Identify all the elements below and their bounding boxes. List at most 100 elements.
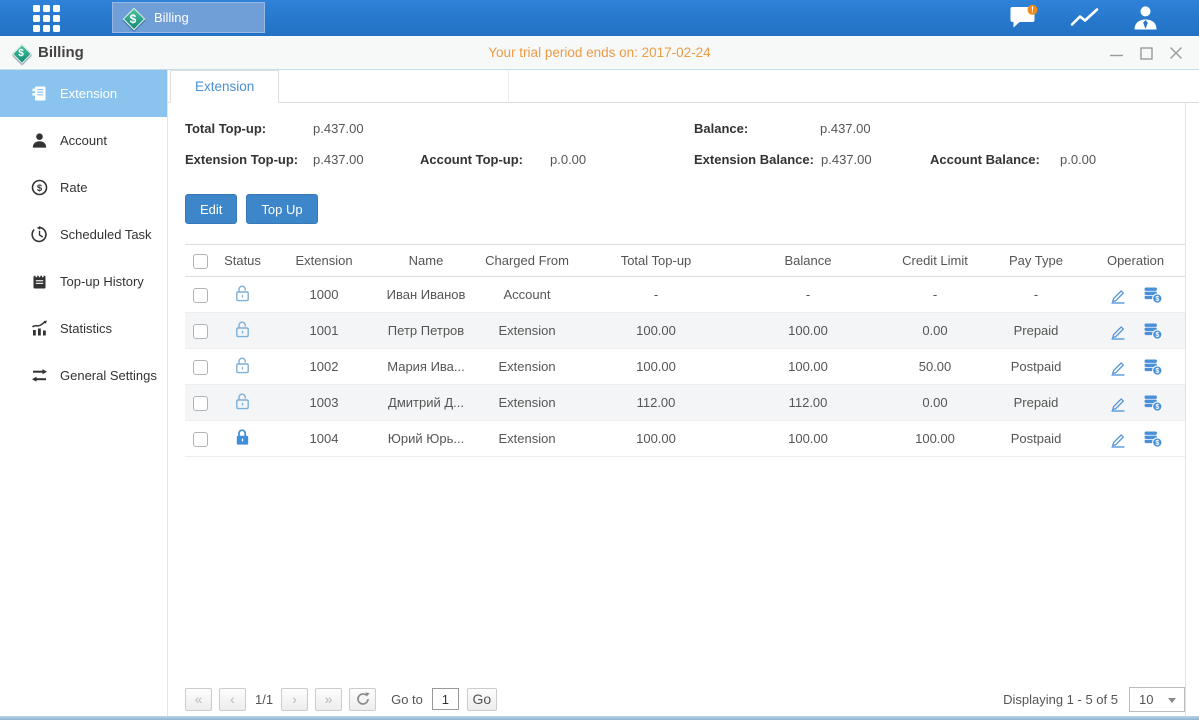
row-edit-icon[interactable]: [1109, 322, 1127, 340]
extension-topup-label: Extension Top-up:: [185, 152, 298, 167]
row-edit-icon[interactable]: [1109, 358, 1127, 376]
row-edit-icon[interactable]: [1109, 430, 1127, 448]
sidebar-item-label: Scheduled Task: [60, 227, 152, 242]
cell-extension: 1002: [270, 349, 378, 385]
lock-open-icon: [234, 326, 251, 341]
window-titlebar: $ Billing Your trial period ends on: 201…: [0, 36, 1199, 70]
row-topup-icon[interactable]: $: [1143, 394, 1163, 412]
app-launcher-grid-icon[interactable]: [33, 5, 60, 32]
user-icon[interactable]: [1132, 5, 1159, 31]
col-balance: Balance: [732, 245, 884, 277]
window-bottom-edge: [0, 716, 1199, 720]
account-topup-value: p.0.00: [550, 152, 586, 167]
last-page-button[interactable]: »: [315, 688, 342, 711]
row-edit-icon[interactable]: [1109, 286, 1127, 304]
tab-extension[interactable]: Extension: [170, 70, 279, 103]
lock-open-icon: [234, 362, 251, 377]
sidebar-item-label: Statistics: [60, 321, 112, 336]
edit-button[interactable]: Edit: [185, 194, 237, 224]
minimize-icon[interactable]: [1109, 47, 1124, 59]
cell-charged-from: Extension: [474, 385, 580, 421]
lock-open-icon: [234, 398, 251, 413]
sidebar-item-label: Top-up History: [60, 274, 144, 289]
main-content: Extension Total Top-up: p.437.00 Balance…: [168, 70, 1199, 720]
row-checkbox[interactable]: [193, 288, 208, 303]
total-topup-value: p.437.00: [313, 121, 364, 136]
trial-notice: Your trial period ends on: 2017-02-24: [0, 45, 1199, 60]
message-icon[interactable]: !: [1008, 5, 1038, 32]
transfer-arrows-icon: [31, 367, 49, 385]
table-row: 1000 Иван Иванов Account - - - -: [185, 277, 1185, 313]
row-topup-icon[interactable]: $: [1143, 358, 1163, 376]
sidebar-item-statistics[interactable]: Statistics: [0, 305, 167, 352]
dollar-circle-icon: $: [31, 179, 49, 197]
row-topup-icon[interactable]: $: [1143, 430, 1163, 448]
cell-credit-limit: 50.00: [884, 349, 986, 385]
go-button[interactable]: Go: [467, 688, 497, 711]
close-icon[interactable]: [1169, 46, 1183, 60]
row-checkbox[interactable]: [193, 324, 208, 339]
sidebar-item-topup-history[interactable]: Top-up History: [0, 258, 167, 305]
clock-history-icon: [31, 226, 49, 244]
cell-total-topup: -: [580, 277, 732, 313]
lock-closed-icon: [234, 434, 251, 449]
cell-name: Дмитрий Д...: [378, 385, 474, 421]
svg-text:$: $: [1155, 332, 1159, 339]
sidebar-item-account[interactable]: Account: [0, 117, 167, 164]
cell-total-topup: 112.00: [580, 385, 732, 421]
sidebar-item-extension[interactable]: Extension: [0, 70, 167, 117]
col-extension: Extension: [270, 245, 378, 277]
topup-button[interactable]: Top Up: [246, 194, 317, 224]
extension-balance-label: Extension Balance:: [694, 152, 814, 167]
row-checkbox[interactable]: [193, 360, 208, 375]
first-page-button[interactable]: «: [185, 688, 212, 711]
row-edit-icon[interactable]: [1109, 394, 1127, 412]
tabstrip: Extension: [168, 70, 1199, 103]
sidebar-item-rate[interactable]: $ Rate: [0, 164, 167, 211]
balance-label: Balance:: [694, 121, 748, 136]
cell-extension: 1000: [270, 277, 378, 313]
sidebar: Extension Account $ Rate Scheduled Task: [0, 70, 168, 720]
sidebar-item-general-settings[interactable]: General Settings: [0, 352, 167, 399]
lock-open-icon: [234, 290, 251, 305]
row-checkbox[interactable]: [193, 396, 208, 411]
sidebar-item-scheduled-task[interactable]: Scheduled Task: [0, 211, 167, 258]
cell-balance: 100.00: [732, 313, 884, 349]
table-row: 1001 Петр Петров Extension 100.00 100.00…: [185, 313, 1185, 349]
cell-charged-from: Extension: [474, 313, 580, 349]
goto-page-input[interactable]: [432, 688, 459, 710]
select-all-checkbox[interactable]: [193, 254, 208, 269]
cell-extension: 1003: [270, 385, 378, 421]
ledger-icon: [31, 85, 49, 103]
taskbar-tab-billing[interactable]: $ Billing: [112, 2, 265, 33]
account-balance-label: Account Balance:: [930, 152, 1040, 167]
cell-total-topup: 100.00: [580, 313, 732, 349]
cell-pay-type: Prepaid: [986, 313, 1086, 349]
row-topup-icon[interactable]: $: [1143, 322, 1163, 340]
col-credit-limit: Credit Limit: [884, 245, 986, 277]
resource-monitor-icon[interactable]: [1070, 6, 1100, 30]
prev-page-button[interactable]: ‹: [219, 688, 246, 711]
cell-pay-type: Prepaid: [986, 385, 1086, 421]
cell-name: Петр Петров: [378, 313, 474, 349]
row-topup-icon[interactable]: $: [1143, 286, 1163, 304]
tab-placeholder: [279, 70, 509, 103]
page-size-select[interactable]: 10: [1129, 687, 1185, 712]
next-page-button[interactable]: ›: [281, 688, 308, 711]
chevron-down-icon: [1168, 698, 1176, 703]
cell-balance: 112.00: [732, 385, 884, 421]
sidebar-item-label: Rate: [60, 180, 87, 195]
account-balance-value: p.0.00: [1060, 152, 1096, 167]
svg-text:$: $: [1155, 404, 1159, 411]
balance-value: p.437.00: [820, 121, 871, 136]
sidebar-item-label: General Settings: [60, 368, 157, 383]
cell-balance: 100.00: [732, 349, 884, 385]
col-pay-type: Pay Type: [986, 245, 1086, 277]
goto-label: Go to: [391, 692, 423, 707]
col-name: Name: [378, 245, 474, 277]
refresh-button[interactable]: [349, 688, 376, 711]
col-charged-from: Charged From: [474, 245, 580, 277]
row-checkbox[interactable]: [193, 432, 208, 447]
maximize-icon[interactable]: [1140, 47, 1153, 60]
cell-credit-limit: 0.00: [884, 313, 986, 349]
